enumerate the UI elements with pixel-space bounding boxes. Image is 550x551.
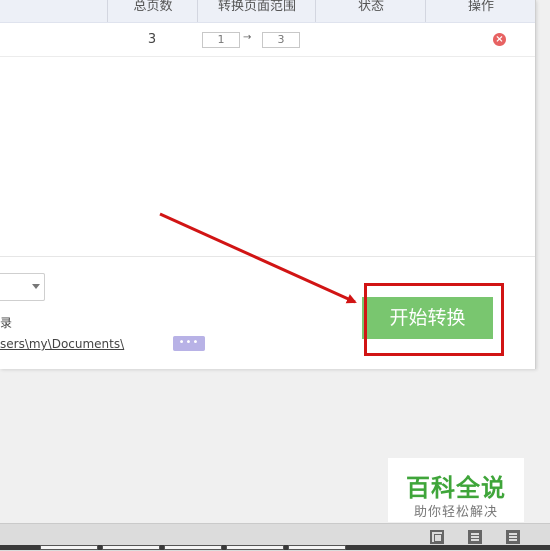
fit-page-icon[interactable] <box>430 530 444 544</box>
annotation-arrow-line <box>159 212 357 304</box>
list-view-icon[interactable] <box>506 530 520 544</box>
taskbar-item[interactable] <box>226 545 284 550</box>
single-page-icon[interactable] <box>468 530 482 544</box>
taskbar-item[interactable] <box>40 545 98 550</box>
watermark-subtitle: 助你轻松解决 <box>413 505 498 520</box>
taskbar-item[interactable] <box>102 545 160 550</box>
watermark-title: 百科全说 <box>406 474 506 502</box>
taskbar-item[interactable] <box>164 545 222 550</box>
taskbar-item[interactable] <box>288 545 346 550</box>
watermark-logo: 百科全说 助你轻松解决 <box>388 458 524 522</box>
taskbar <box>0 545 550 550</box>
